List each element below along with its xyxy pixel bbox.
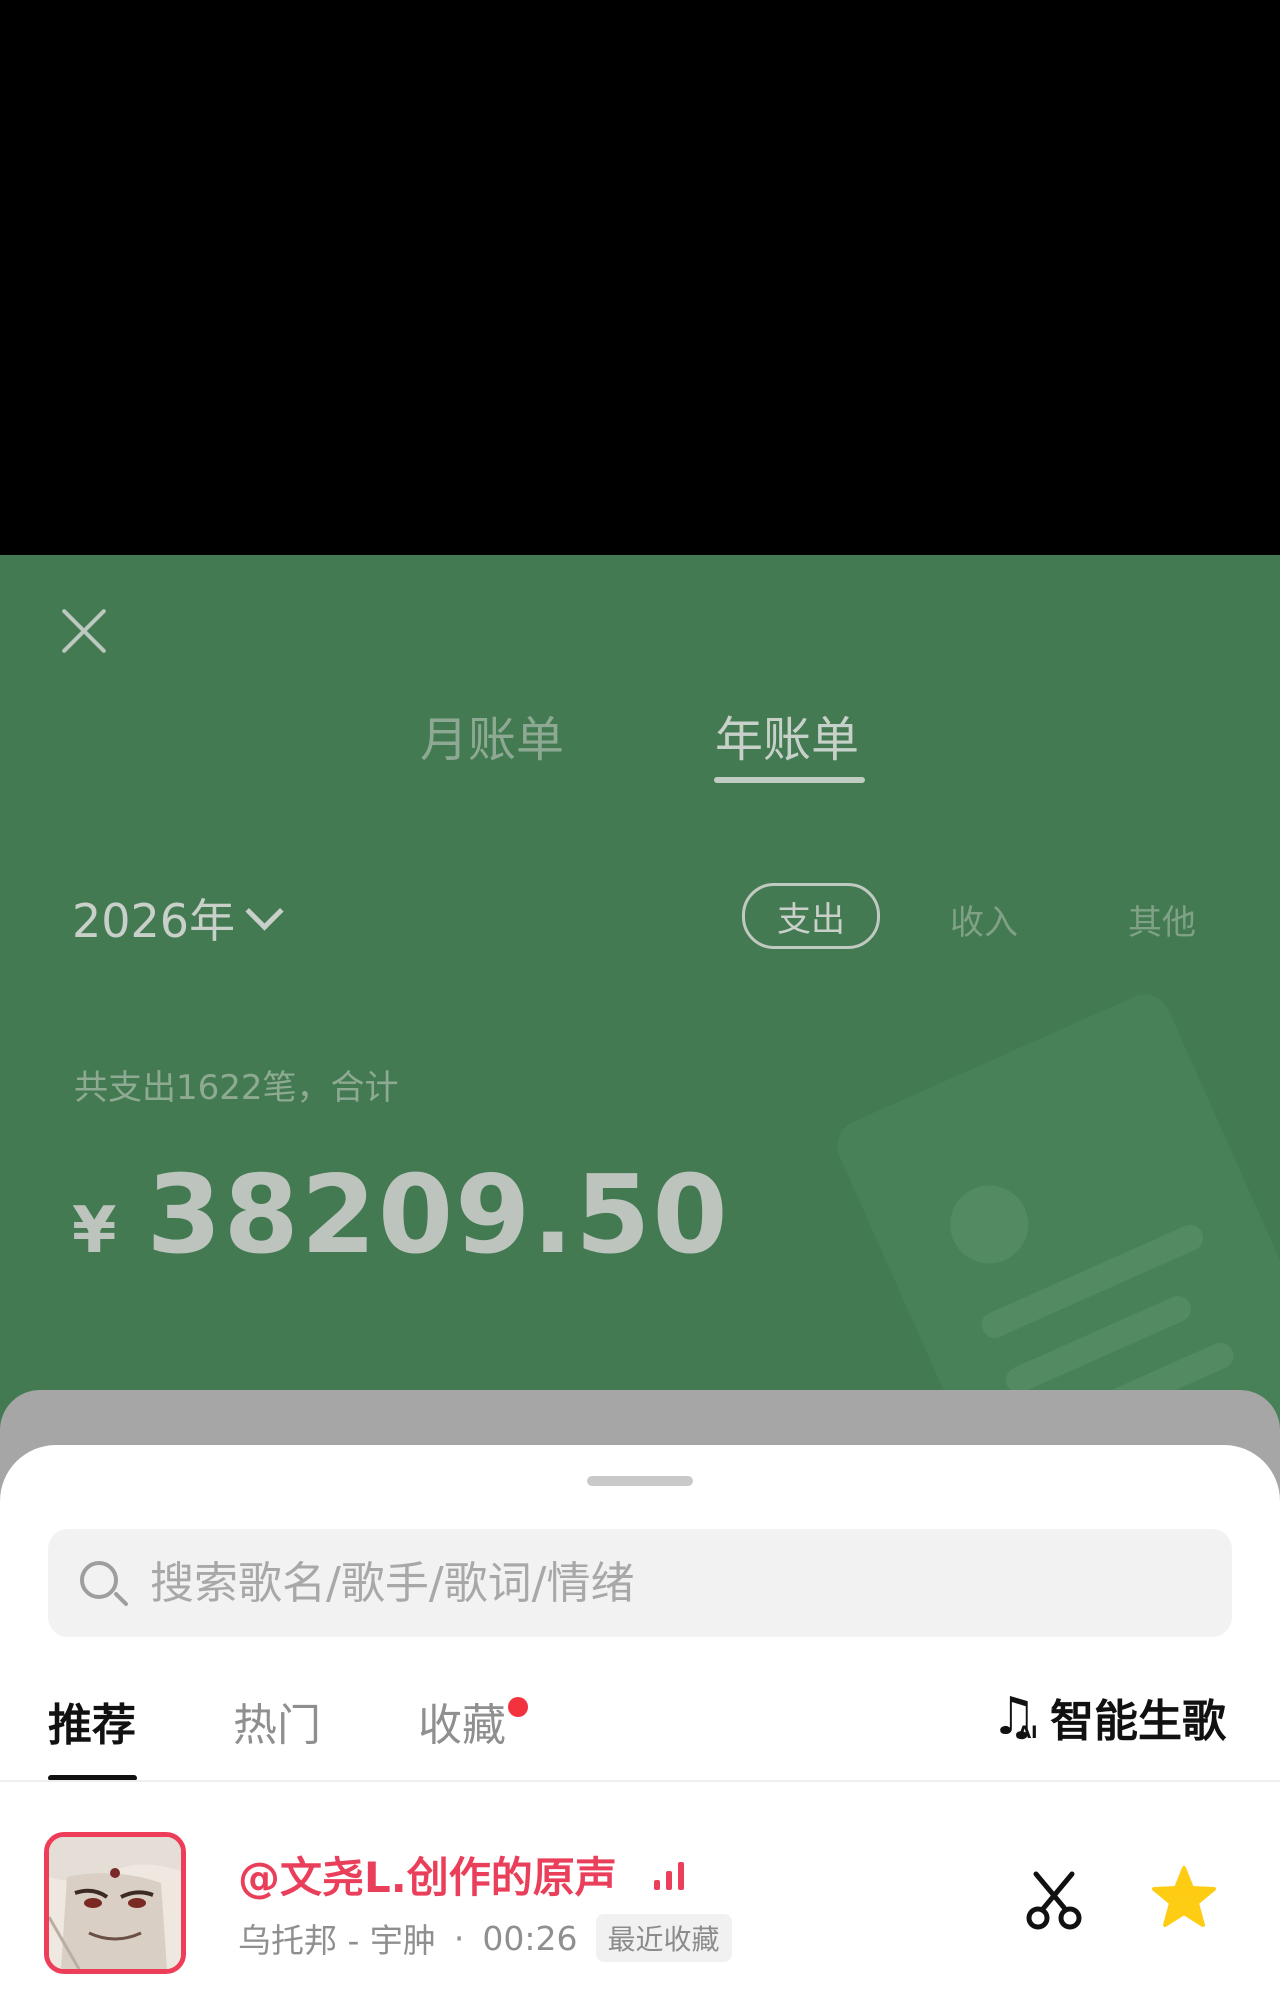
drag-handle[interactable] <box>587 1476 693 1486</box>
filter-other[interactable]: 其他 <box>1128 895 1196 944</box>
music-note-icon: ♫ AI <box>990 1687 1038 1747</box>
filter-expense[interactable]: 支出 <box>742 883 880 949</box>
currency-symbol: ¥ <box>72 1194 117 1268</box>
ai-badge: AI <box>1018 1723 1038 1743</box>
tab-favorite[interactable]: 收藏 <box>418 1689 506 1753</box>
total-amount: ¥ 38209.50 <box>72 1153 730 1278</box>
top-black-area <box>0 0 1280 555</box>
filter-income[interactable]: 收入 <box>950 895 1018 944</box>
music-picker-sheet: 推荐 热门 收藏 ♫AI 智能生歌 @文尧L.创作的原声 <box>0 1445 1280 2000</box>
tab-hot[interactable]: 热门 <box>233 1689 321 1753</box>
notification-dot <box>508 1697 528 1717</box>
star-icon[interactable] <box>1150 1864 1218 1932</box>
year-selector[interactable]: 2026年 <box>72 885 284 951</box>
search-icon <box>80 1561 118 1599</box>
tab-yearly-bill[interactable]: 年账单 <box>715 700 859 770</box>
equalizer-icon <box>654 1858 688 1890</box>
divider <box>0 1780 1280 1782</box>
expense-summary: 共支出1622笔，合计 <box>74 1068 399 1108</box>
year-label: 2026年 <box>72 894 236 948</box>
track-duration: 00:26 <box>482 1918 578 1958</box>
ai-song-label: 智能生歌 <box>1050 1696 1226 1747</box>
tab-monthly-bill[interactable]: 月账单 <box>420 700 564 770</box>
meta-separator: · <box>453 1918 465 1958</box>
scissors-icon[interactable] <box>1022 1868 1086 1932</box>
list-item[interactable]: @文尧L.创作的原声 乌托邦 - 宇肿 · 00:26 最近收藏 <box>0 1832 1280 1982</box>
active-tab-indicator <box>714 777 865 783</box>
track-cover <box>44 1832 186 1974</box>
search-bar[interactable] <box>48 1529 1232 1637</box>
cover-artwork <box>49 1837 181 1969</box>
recent-favorite-badge: 最近收藏 <box>595 1914 732 1962</box>
chevron-down-icon <box>245 891 284 931</box>
ai-song-button[interactable]: ♫ AI 智能生歌 <box>988 1685 1226 1749</box>
search-input[interactable] <box>150 1529 1200 1637</box>
track-artist: 乌托邦 - 宇肿 <box>238 1921 436 1960</box>
amount-value: 38209.50 <box>146 1153 730 1278</box>
track-meta: 乌托邦 - 宇肿 · 00:26 最近收藏 <box>238 1914 732 1962</box>
close-icon[interactable] <box>56 603 112 659</box>
tab-recommend[interactable]: 推荐 <box>48 1689 136 1753</box>
track-title: @文尧L.创作的原声 <box>238 1853 617 1902</box>
